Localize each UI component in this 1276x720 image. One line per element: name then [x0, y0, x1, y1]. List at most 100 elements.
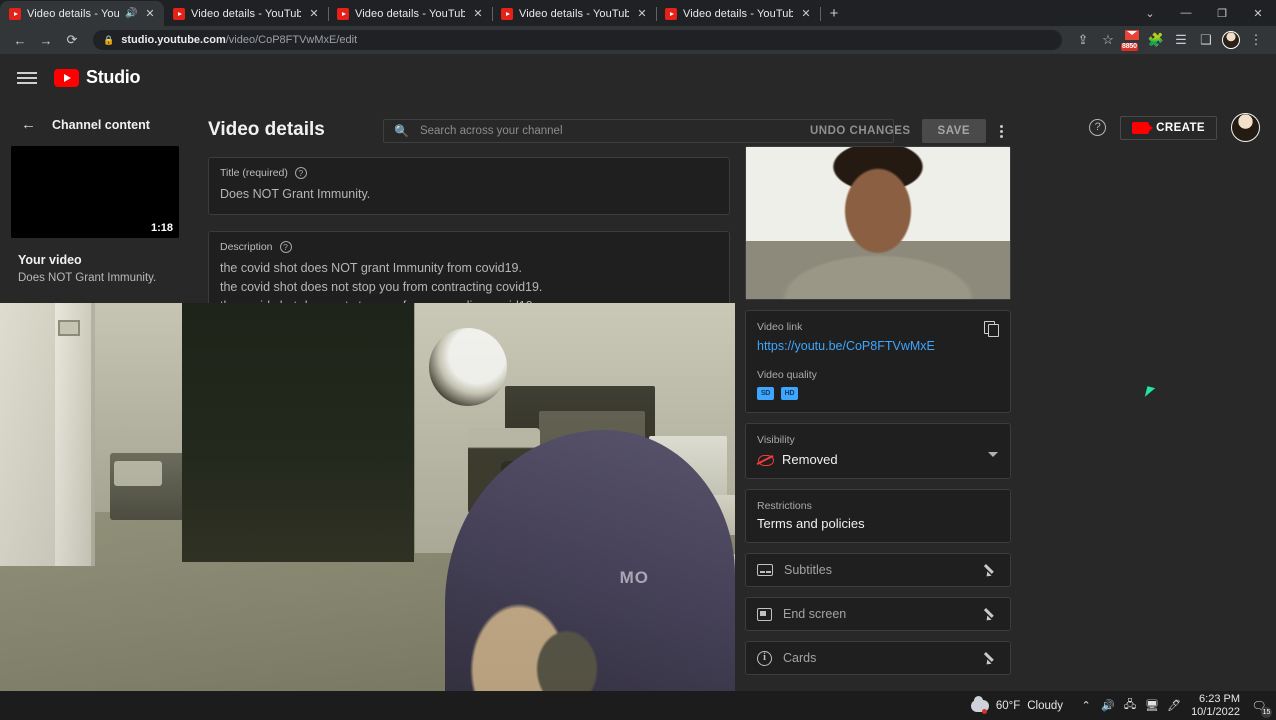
studio-right-rail: Video link https://youtu.be/CoP8FTVwMxE … [745, 146, 1011, 685]
visibility-selector[interactable]: Visibility Removed [745, 423, 1011, 479]
save-button[interactable]: SAVE [921, 119, 986, 143]
close-window-button[interactable]: ✕ [1240, 0, 1276, 26]
help-circle-icon[interactable]: ? [279, 241, 292, 253]
description-line-1[interactable]: the covid shot does NOT grant Immunity f… [220, 259, 718, 278]
browser-tab-3[interactable]: Video details - YouTube Studio ✕ [328, 1, 493, 26]
kebab-menu-icon[interactable]: ⋮ [1244, 28, 1268, 52]
weather-temperature: 60°F [995, 699, 1021, 712]
description-line-2[interactable]: the covid shot does not stop you from co… [220, 278, 718, 297]
video-thumbnail-preview[interactable] [745, 146, 1011, 300]
restrictions-value: Terms and policies [757, 516, 865, 531]
sidebar-back-link[interactable]: ← Channel content [0, 101, 190, 132]
tab-title: Video details - YouTube Studio [519, 7, 629, 20]
youtube-favicon-icon [173, 7, 185, 20]
taskbar-date: 10/1/2022 [1191, 705, 1240, 718]
end-screen-label: End screen [783, 607, 847, 621]
forward-icon[interactable]: → [34, 28, 58, 52]
network-icon[interactable]: 🖧 [1119, 696, 1141, 715]
tab-close-icon[interactable]: ✕ [799, 7, 813, 21]
undo-changes-button[interactable]: UNDO CHANGES [810, 125, 911, 137]
url-domain: studio.youtube.com [121, 34, 226, 46]
browser-tab-5[interactable]: Video details - YouTube Studio ✕ [656, 1, 821, 26]
title-field-label-row: Title (required) ? [220, 167, 718, 179]
main-actions: UNDO CHANGES SAVE [810, 119, 1005, 143]
video-link-label: Video link [757, 321, 803, 333]
description-field-label: Description [220, 241, 273, 253]
youtube-favicon-icon [9, 7, 21, 20]
tab-close-icon[interactable]: ✕ [307, 7, 321, 21]
tab-close-icon[interactable]: ✕ [143, 7, 157, 21]
title-field[interactable]: Title (required) ? Does NOT Grant Immuni… [208, 157, 730, 215]
title-field-label: Title (required) [220, 167, 288, 179]
cards-row[interactable]: i Cards [745, 641, 1011, 675]
minimize-button[interactable]: — [1168, 0, 1204, 26]
pen-icon[interactable]: 🖊 [1163, 699, 1185, 712]
studio-logo[interactable]: Studio [54, 67, 140, 88]
mail-glyph-icon [1125, 30, 1139, 40]
taskbar-weather[interactable]: 60°F Cloudy [970, 695, 1063, 714]
monitor-icon[interactable]: 🖥 [1141, 699, 1163, 712]
end-screen-icon [757, 607, 772, 621]
chevron-up-icon[interactable]: ⌃ [1075, 699, 1097, 712]
new-tab-button[interactable]: + [820, 0, 848, 26]
tab-title: Video details - YouTube Stu [27, 7, 119, 20]
studio-logo-text: Studio [86, 67, 141, 87]
quality-badge-hd: HD [781, 387, 798, 400]
description-field-label-row: Description ? [220, 241, 718, 253]
tab-separator [820, 7, 821, 21]
sidebar-video-thumbnail[interactable]: 1:18 [11, 146, 179, 238]
sidebar-video-heading: Your video [18, 253, 82, 267]
browser-tab-1[interactable]: Video details - YouTube Stu 🔊 ✕ [0, 1, 164, 26]
lock-icon: 🔒 [103, 34, 115, 45]
browser-tab-2[interactable]: Video details - YouTube Studio ✕ [164, 1, 329, 26]
video-quality-badges: SD HD [757, 387, 999, 400]
pencil-icon[interactable] [985, 651, 999, 665]
cards-label: Cards [783, 651, 817, 665]
tab-search-icon[interactable]: ⌄ [1132, 0, 1168, 26]
extension-badge-count: 8850 [1121, 43, 1138, 51]
title-input-value[interactable]: Does NOT Grant Immunity. [220, 185, 718, 204]
reading-list-icon[interactable]: ☰ [1169, 28, 1193, 52]
subtitles-icon [757, 564, 773, 576]
tab-close-icon[interactable]: ✕ [635, 7, 649, 21]
puzzle-icon[interactable]: 🧩 [1144, 28, 1168, 52]
pencil-icon[interactable] [985, 563, 999, 577]
eye-off-icon [757, 453, 774, 466]
hamburger-icon[interactable] [17, 69, 37, 87]
tab-close-icon[interactable]: ✕ [471, 7, 485, 21]
back-icon[interactable]: ← [8, 28, 32, 52]
more-options-icon[interactable] [997, 123, 1005, 140]
pencil-icon[interactable] [985, 607, 999, 621]
help-circle-icon[interactable]: ? [294, 167, 307, 179]
url-path: /video/CoP8FTVwMxE/edit [225, 34, 358, 46]
browser-tab-4[interactable]: Video details - YouTube Studio ✕ [492, 1, 657, 26]
video-link-url[interactable]: https://youtu.be/CoP8FTVwMxE [757, 339, 999, 353]
end-screen-row[interactable]: End screen [745, 597, 1011, 631]
subtitles-row[interactable]: Subtitles [745, 553, 1011, 587]
browser-toolbar: ← → ⟳ 🔒 studio.youtube.com/video/CoP8FTV… [0, 26, 1276, 54]
window-controls: ⌄ — ❐ ✕ [1132, 0, 1276, 26]
mail-extension-icon[interactable]: 8850 [1121, 30, 1143, 51]
reload-icon[interactable]: ⟳ [60, 28, 84, 52]
tab-title: Video details - YouTube Studio [191, 7, 301, 20]
tab-title: Video details - YouTube Studio [683, 7, 793, 20]
webcam-video-overlay[interactable]: MO [0, 303, 735, 720]
profile-avatar[interactable] [1222, 31, 1240, 49]
side-panel-icon[interactable]: ❑ [1194, 28, 1218, 52]
share-icon[interactable]: ⇪ [1071, 28, 1095, 52]
maximize-button[interactable]: ❐ [1204, 0, 1240, 26]
page-title: Video details [208, 119, 325, 140]
youtube-play-icon [54, 68, 79, 87]
speaker-icon[interactable]: 🔊 [125, 8, 137, 19]
back-arrow-icon: ← [21, 116, 36, 133]
youtube-favicon-icon [665, 7, 677, 20]
restrictions-card[interactable]: Restrictions Terms and policies [745, 489, 1011, 543]
notification-center-icon[interactable]: 🗨 15 [1248, 695, 1272, 718]
copy-icon[interactable] [984, 321, 999, 337]
address-bar[interactable]: 🔒 studio.youtube.com/video/CoP8FTVwMxE/e… [93, 30, 1062, 50]
sidebar-back-label: Channel content [52, 117, 150, 132]
speaker-icon[interactable]: 🔊 [1097, 699, 1119, 712]
chevron-down-icon[interactable] [988, 452, 998, 457]
star-icon[interactable]: ☆ [1096, 28, 1120, 52]
taskbar-clock[interactable]: 6:23 PM 10/1/2022 [1191, 693, 1240, 719]
